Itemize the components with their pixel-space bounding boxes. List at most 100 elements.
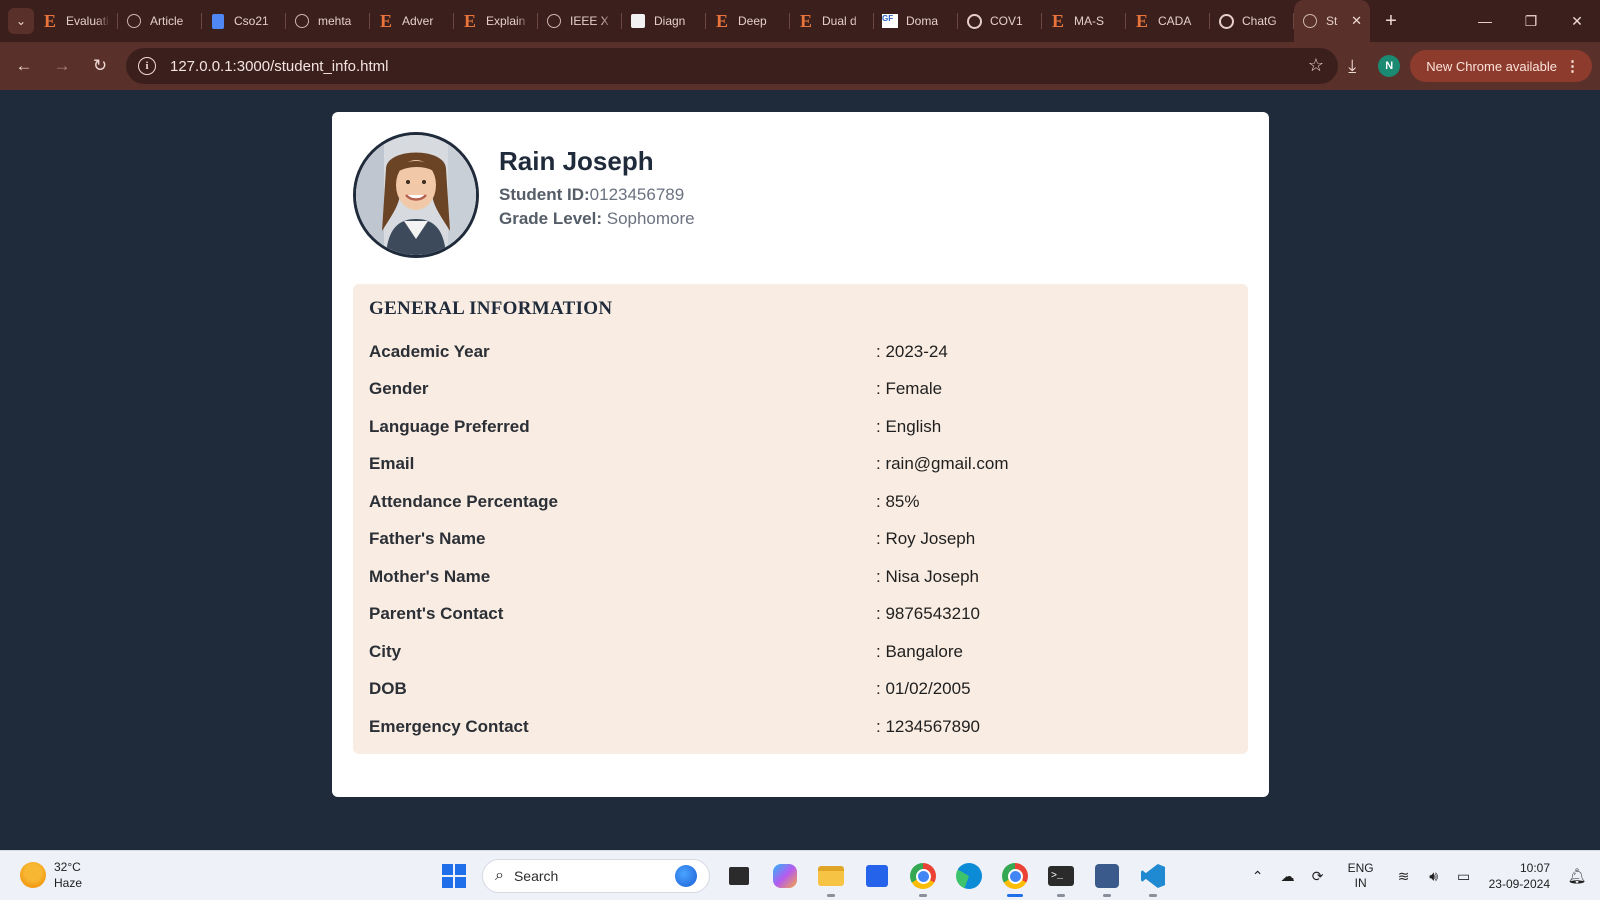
tab[interactable]: COV1 xyxy=(958,0,1042,42)
wifi-icon[interactable]: ≋ xyxy=(1389,868,1419,885)
tab[interactable]: E Deep xyxy=(706,0,790,42)
microsoft-store-icon[interactable] xyxy=(860,859,894,893)
copilot-icon[interactable] xyxy=(768,859,802,893)
info-row: Father's Name: Roy Joseph xyxy=(369,521,1232,559)
tab-title: CADA xyxy=(1158,14,1192,28)
tab[interactable]: E MA-S xyxy=(1042,0,1126,42)
new-tab-button[interactable]: + xyxy=(1374,4,1408,38)
tab-title: Cso21 xyxy=(234,14,269,28)
weather-text: 32°C Haze xyxy=(54,859,82,891)
bing-icon xyxy=(675,865,697,887)
info-value: : 85% xyxy=(876,491,920,511)
tab-search-button[interactable]: ⌄ xyxy=(8,8,34,34)
tab[interactable]: E Explain xyxy=(454,0,538,42)
info-label: Attendance Percentage xyxy=(369,491,558,511)
info-row: Parent's Contact: 9876543210 xyxy=(369,596,1232,634)
info-row: Language Preferred: English xyxy=(369,408,1232,446)
profile-avatar[interactable]: N xyxy=(1378,55,1401,77)
edge-icon[interactable] xyxy=(952,859,986,893)
close-window-button[interactable]: ✕ xyxy=(1554,0,1600,42)
back-button[interactable]: ← xyxy=(6,48,42,84)
volume-icon[interactable]: 🔊︎ xyxy=(1419,868,1449,885)
tab-list: E Evaluation Article Cso21 mehta E Adver E Expla… xyxy=(34,0,1294,42)
info-row: Mother's Name: Nisa Joseph xyxy=(369,558,1232,596)
tab-strip: ⌄ E Evaluation Article Cso21 mehta E Adver E Exp… xyxy=(0,0,1600,42)
info-label: Father's Name xyxy=(369,529,486,549)
page-viewport: Rain Joseph Student ID:0123456789 Grade … xyxy=(0,90,1600,850)
update-chrome-button[interactable]: New Chrome available ⋮ xyxy=(1410,50,1592,82)
globe-icon xyxy=(126,13,142,29)
info-row: Academic Year: 2023-24 xyxy=(369,333,1232,371)
file-explorer-icon[interactable] xyxy=(814,859,848,897)
sync-icon[interactable]: ⟳ xyxy=(1303,868,1333,885)
globe-icon xyxy=(294,13,310,29)
onedrive-icon[interactable]: ☁ xyxy=(1273,868,1303,885)
snipping-tool-icon[interactable] xyxy=(1090,859,1124,897)
more-menu-icon[interactable]: ⋮ xyxy=(1565,57,1580,75)
info-row: Gender: Female xyxy=(369,371,1232,409)
tab[interactable]: ChatG xyxy=(1210,0,1294,42)
info-value: : 2023-24 xyxy=(876,341,948,361)
tab[interactable]: E Evaluation xyxy=(34,0,118,42)
chatgpt-icon xyxy=(1218,13,1234,29)
site-info-icon[interactable]: i xyxy=(138,57,156,75)
tab-title: Evaluation xyxy=(66,14,110,28)
info-row: Emergency Contact: 1234567890 xyxy=(369,708,1232,746)
profile-text: Rain Joseph Student ID:0123456789 Grade … xyxy=(499,146,695,231)
tab-title: St xyxy=(1326,14,1338,28)
tab[interactable]: Diagn xyxy=(622,0,706,42)
taskbar-search[interactable]: ⌕ Search xyxy=(482,859,710,893)
grade-level-line: Grade Level: Sophomore xyxy=(499,207,695,231)
sun-haze-icon xyxy=(20,862,46,888)
e-icon: E xyxy=(463,10,476,31)
student-id-value: 0123456789 xyxy=(589,184,685,204)
e-icon: E xyxy=(43,10,56,31)
tab-title: ChatG xyxy=(1242,14,1277,28)
clock[interactable]: 10:07 23-09-2024 xyxy=(1489,860,1550,892)
tab[interactable]: E Dual d xyxy=(790,0,874,42)
student-photo-image xyxy=(356,135,476,255)
info-rows: Academic Year: 2023-24 Gender: Female Lang… xyxy=(369,333,1232,746)
info-row: Email: rain@gmail.com xyxy=(369,446,1232,484)
url-text[interactable]: 127.0.0.1:3000/student_info.html xyxy=(170,58,389,75)
forward-button[interactable]: → xyxy=(44,48,80,84)
tab-title: IEEE X xyxy=(570,14,609,28)
e-icon: E xyxy=(1051,10,1064,31)
vscode-icon[interactable] xyxy=(1136,859,1170,897)
task-view-icon[interactable] xyxy=(722,859,756,893)
chrome-profile-icon[interactable] xyxy=(906,859,940,897)
chevron-up-icon[interactable]: ⌃ xyxy=(1243,868,1273,885)
reload-button[interactable]: ↻ xyxy=(82,48,118,84)
tab[interactable]: E Adver xyxy=(370,0,454,42)
weather-widget[interactable]: 32°C Haze xyxy=(20,859,82,891)
tab[interactable]: Article xyxy=(118,0,202,42)
download-icon[interactable]: ⤓ xyxy=(1334,56,1370,77)
close-icon[interactable]: ✕ xyxy=(1351,13,1362,29)
address-bar[interactable]: i 127.0.0.1:3000/student_info.html ☆ xyxy=(126,48,1338,84)
diagram-icon xyxy=(630,13,646,29)
student-name: Rain Joseph xyxy=(499,145,654,176)
tab[interactable]: mehta xyxy=(286,0,370,42)
e-icon: E xyxy=(799,10,812,31)
restore-button[interactable]: ❐ xyxy=(1508,0,1554,42)
browser-toolbar: ← → ↻ i 127.0.0.1:3000/student_info.html… xyxy=(0,42,1600,90)
student-id-line: Student ID:0123456789 xyxy=(499,183,695,207)
terminal-icon[interactable]: >_ xyxy=(1044,859,1078,897)
chrome-active-icon[interactable] xyxy=(998,859,1032,897)
notification-bell-icon[interactable]: 🔔︎ xyxy=(1562,867,1592,885)
battery-icon[interactable]: ▭ xyxy=(1449,868,1479,885)
tab[interactable]: E CADA xyxy=(1126,0,1210,42)
language-indicator[interactable]: ENG IN xyxy=(1339,861,1383,891)
minimize-button[interactable]: — xyxy=(1462,0,1508,42)
taskbar-apps: ⌕ Search >_ xyxy=(436,857,1170,897)
star-icon[interactable]: ☆ xyxy=(1308,55,1324,76)
tab-active[interactable]: St ✕ xyxy=(1294,0,1370,42)
tab[interactable]: GF Doma xyxy=(874,0,958,42)
grade-level-label: Grade Level: xyxy=(499,208,602,228)
windows-start-icon[interactable] xyxy=(436,858,472,894)
tab[interactable]: Cso21 xyxy=(202,0,286,42)
tab[interactable]: IEEE X xyxy=(538,0,622,42)
update-chip-label: New Chrome available xyxy=(1426,58,1557,74)
general-information-panel: GENERAL INFORMATION Academic Year: 2023-… xyxy=(353,284,1248,754)
info-label: DOB xyxy=(369,679,407,699)
